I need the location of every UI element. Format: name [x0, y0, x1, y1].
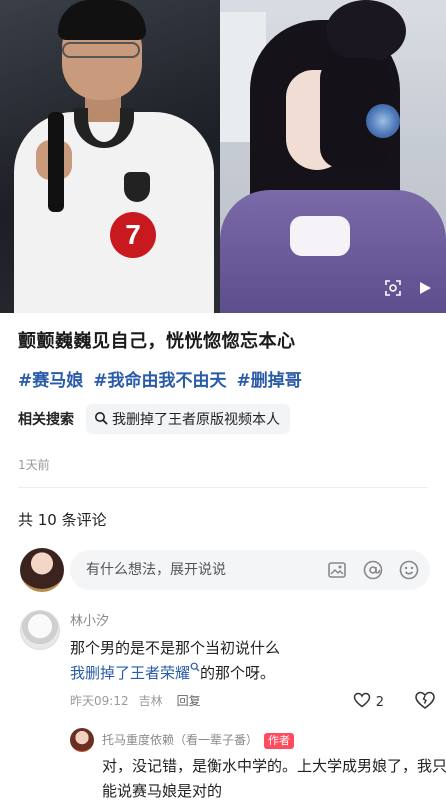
avatar[interactable]: [70, 728, 94, 752]
comment-text-part: 那个男的是不是那个当初说什么: [70, 639, 281, 657]
like-button[interactable]: 2: [353, 692, 384, 712]
microphone: [48, 112, 64, 212]
search-icon: [94, 410, 108, 429]
reply-user-line: 托马重度依赖（看一辈子番） 作者: [102, 731, 295, 749]
search-icon: [190, 662, 200, 682]
comment-time: 昨天09:12: [70, 694, 129, 708]
reply-username[interactable]: 托马重度依赖（看一辈子番）: [102, 733, 258, 747]
photo-left-boy[interactable]: 7: [0, 0, 220, 313]
at-icon[interactable]: [362, 559, 384, 585]
comment-input-box[interactable]: [70, 550, 430, 590]
post-timestamp: 1天前: [18, 458, 50, 472]
tag-link[interactable]: #我命由我不由天: [93, 366, 226, 391]
like-count: 2: [375, 694, 384, 710]
cosplay-hair-bun: [326, 0, 406, 62]
photo-controls: [382, 277, 436, 299]
comment-input-row: [20, 548, 430, 592]
related-search-chip[interactable]: 我删掉了王者原版视频本人: [86, 404, 290, 434]
related-search-query: 我删掉了王者原版视频本人: [112, 412, 280, 428]
post-title: 颤颤巍巍见自己，恍恍惚惚忘本心: [18, 331, 296, 352]
comment-username[interactable]: 林小汐: [70, 610, 109, 629]
input-icons: [326, 559, 420, 585]
divider: [18, 487, 428, 488]
dislike-icon[interactable]: [414, 690, 436, 714]
post-image-gallery[interactable]: 7: [0, 0, 446, 313]
lens-icon[interactable]: [382, 277, 404, 299]
image-icon[interactable]: [326, 559, 348, 585]
comment-meta: 昨天09:12 吉林 回复: [70, 692, 201, 709]
play-icon[interactable]: [414, 277, 436, 299]
avatar[interactable]: [20, 548, 64, 592]
comment-count: 共 10 条评论: [18, 511, 107, 529]
comment-link-text: 我删掉了王者荣耀: [70, 664, 191, 682]
blue-flower: [366, 104, 400, 138]
related-search-label: 相关搜索: [18, 412, 74, 428]
comment-input[interactable]: [84, 561, 308, 579]
post-tags: #赛马娘 #我命由我不由天 #删掉哥: [18, 366, 302, 391]
boy-glasses: [62, 42, 140, 58]
school-emblem: [124, 172, 150, 202]
tag-link[interactable]: #删掉哥: [237, 366, 302, 391]
emoji-icon[interactable]: [398, 559, 420, 585]
uniform-bow: [290, 216, 350, 256]
heart-icon: [353, 692, 371, 712]
tag-link[interactable]: #赛马娘: [18, 366, 83, 391]
number-badge: 7: [110, 212, 156, 258]
comment-search-link[interactable]: 我删掉了王者荣耀: [70, 662, 200, 682]
comment-location: 吉林: [138, 694, 163, 708]
related-search: 相关搜索 我删掉了王者原版视频本人: [18, 404, 290, 434]
comment-text-part: 的那个呀。: [200, 664, 276, 682]
reply-text: 对，没记错，是衡水中学的。上大学成男娘了，我只能说赛马娘是对的: [102, 757, 446, 800]
boy-hair: [58, 0, 146, 40]
photo-right-cosplay[interactable]: [220, 0, 446, 313]
avatar[interactable]: [20, 610, 60, 650]
comment-text: 那个男的是不是那个当初说什么 我删掉了王者荣耀 的那个呀。: [70, 636, 420, 686]
reply-button[interactable]: 回复: [177, 692, 201, 709]
author-badge: 作者: [264, 733, 295, 749]
